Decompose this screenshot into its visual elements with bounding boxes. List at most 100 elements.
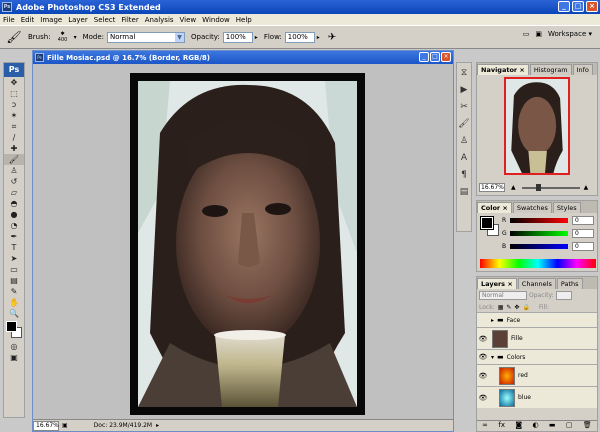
blue-slider[interactable] bbox=[510, 244, 568, 249]
lock-position-icon[interactable]: ✥ bbox=[514, 304, 519, 311]
menu-filter[interactable]: Filter bbox=[121, 16, 138, 24]
opacity-slider-arrow-icon[interactable]: ▸ bbox=[255, 34, 258, 41]
tab-navigator[interactable]: Navigator × bbox=[477, 64, 529, 75]
lock-transparency-icon[interactable]: ▦ bbox=[498, 304, 504, 311]
shape-tool-icon[interactable]: ▭ bbox=[4, 264, 24, 275]
zoom-out-icon[interactable]: ▲ bbox=[511, 184, 516, 191]
brush-tool-icon[interactable]: 🖌 bbox=[4, 154, 24, 165]
airbrush-icon[interactable]: ✈ bbox=[328, 32, 336, 43]
mode-select[interactable]: Normal ▼ bbox=[107, 31, 186, 43]
quick-mask-icon[interactable]: ◎ bbox=[4, 341, 24, 352]
tab-styles[interactable]: Styles bbox=[552, 202, 581, 213]
tab-paths[interactable]: Paths bbox=[556, 278, 583, 289]
color-panel-foreground-swatch[interactable] bbox=[480, 216, 494, 230]
ps-app-icon[interactable]: Ps bbox=[2, 2, 12, 12]
notes-tool-icon[interactable]: ▤ bbox=[4, 275, 24, 286]
character-panel-icon[interactable]: A bbox=[457, 151, 471, 165]
menu-image[interactable]: Image bbox=[40, 16, 62, 24]
zoom-slider-knob[interactable] bbox=[535, 183, 541, 191]
screen-mode-icon[interactable]: ▣ bbox=[4, 352, 24, 363]
visibility-eye-icon[interactable]: 👁 bbox=[477, 335, 489, 343]
navigator-zoom-field[interactable]: 16.67% bbox=[479, 183, 505, 192]
close-button[interactable]: × bbox=[586, 1, 598, 12]
hand-tool-icon[interactable]: ✋ bbox=[4, 297, 24, 308]
workspace-menu[interactable]: Workspace ▾ bbox=[548, 30, 592, 38]
color-spectrum-bar[interactable] bbox=[480, 259, 596, 268]
red-value-field[interactable]: 0 bbox=[572, 216, 594, 225]
type-tool-icon[interactable]: T bbox=[4, 242, 24, 253]
palette-well-icon[interactable]: ▭ bbox=[523, 30, 530, 38]
menu-help[interactable]: Help bbox=[236, 16, 252, 24]
disclosure-arrow-icon[interactable]: ▾ bbox=[491, 354, 494, 361]
disclosure-arrow-icon[interactable]: ▸ bbox=[491, 317, 494, 324]
menu-window[interactable]: Window bbox=[202, 16, 230, 24]
paragraph-panel-icon[interactable]: ¶ bbox=[457, 168, 471, 182]
status-menu-icon[interactable]: ▣ bbox=[62, 422, 68, 429]
brush-size-picker[interactable]: ✱ 400 bbox=[54, 28, 72, 46]
flow-slider-arrow-icon[interactable]: ▸ bbox=[317, 34, 320, 41]
layer-mask-icon[interactable]: ◙ bbox=[515, 421, 522, 431]
new-group-icon[interactable]: ▬ bbox=[549, 421, 556, 431]
tab-channels[interactable]: Channels bbox=[517, 278, 556, 289]
history-brush-tool-icon[interactable]: ↺ bbox=[4, 176, 24, 187]
lasso-tool-icon[interactable]: ↄ bbox=[4, 99, 24, 110]
ps-logo-icon[interactable]: Ps bbox=[4, 63, 24, 77]
flow-field[interactable]: 100% bbox=[284, 31, 315, 43]
document-title-bar[interactable]: Ps Fille Mosiac.psd @ 16.7% (Border, RGB… bbox=[33, 51, 453, 64]
link-layers-icon[interactable]: ∞ bbox=[482, 421, 488, 431]
eraser-tool-icon[interactable]: ▱ bbox=[4, 187, 24, 198]
minimize-button[interactable]: _ bbox=[558, 1, 570, 12]
portrait-image[interactable] bbox=[130, 73, 365, 415]
tab-layers[interactable]: Layers × bbox=[477, 278, 517, 289]
clone-source-panel-icon[interactable]: ♙ bbox=[457, 134, 471, 148]
history-panel-icon[interactable]: ⧖ bbox=[457, 66, 471, 80]
maximize-button[interactable]: □ bbox=[572, 1, 584, 12]
lock-all-icon[interactable]: 🔒 bbox=[522, 304, 529, 311]
brush-tool-preset-icon[interactable]: 🖌 bbox=[6, 29, 22, 45]
layer-row-fille[interactable]: 👁 Fille bbox=[477, 327, 597, 349]
layer-row-face[interactable]: ▸ ▬ Face bbox=[477, 312, 597, 327]
visibility-eye-icon[interactable]: 👁 bbox=[477, 353, 489, 361]
color-swatches[interactable] bbox=[4, 319, 24, 341]
layer-row-red[interactable]: 👁 red bbox=[477, 364, 597, 386]
menu-analysis[interactable]: Analysis bbox=[145, 16, 174, 24]
paint-bucket-tool-icon[interactable]: ◓ bbox=[4, 198, 24, 209]
status-arrow-icon[interactable]: ▸ bbox=[156, 422, 159, 429]
zoom-in-icon[interactable]: ▲ bbox=[584, 184, 589, 191]
tab-histogram[interactable]: Histogram bbox=[529, 64, 572, 75]
canvas-area[interactable] bbox=[33, 64, 453, 419]
layer-row-colors[interactable]: 👁 ▾ ▬ Colors bbox=[477, 349, 597, 364]
menu-file[interactable]: File bbox=[3, 16, 15, 24]
foreground-color-swatch[interactable] bbox=[6, 321, 17, 332]
tab-color[interactable]: Color × bbox=[477, 202, 512, 213]
actions-panel-icon[interactable]: ▶ bbox=[457, 83, 471, 97]
zoom-field[interactable]: 16.67% bbox=[33, 420, 59, 431]
magic-wand-tool-icon[interactable]: ✶ bbox=[4, 110, 24, 121]
green-value-field[interactable]: 0 bbox=[572, 229, 594, 238]
pen-tool-icon[interactable]: ✒ bbox=[4, 231, 24, 242]
slice-tool-icon[interactable]: ∕ bbox=[4, 132, 24, 143]
adjustment-layer-icon[interactable]: ◐ bbox=[532, 421, 538, 431]
layer-style-icon[interactable]: fx bbox=[498, 421, 505, 431]
tab-info[interactable]: Info bbox=[572, 64, 593, 75]
brush-picker-arrow-icon[interactable]: ▾ bbox=[74, 34, 77, 41]
path-selection-tool-icon[interactable]: ➤ bbox=[4, 253, 24, 264]
blur-tool-icon[interactable]: ● bbox=[4, 209, 24, 220]
marquee-tool-icon[interactable]: ⬚ bbox=[4, 88, 24, 99]
blue-value-field[interactable]: 0 bbox=[572, 242, 594, 251]
lock-pixels-icon[interactable]: ✎ bbox=[506, 304, 511, 311]
tool-presets-panel-icon[interactable]: ✂ bbox=[457, 100, 471, 114]
layer-comps-panel-icon[interactable]: ▤ bbox=[457, 185, 471, 199]
green-slider[interactable] bbox=[510, 231, 568, 236]
visibility-eye-icon[interactable]: 👁 bbox=[477, 394, 489, 402]
menu-layer[interactable]: Layer bbox=[68, 16, 88, 24]
layer-opacity-field[interactable] bbox=[555, 291, 572, 300]
eyedropper-tool-icon[interactable]: ✎ bbox=[4, 286, 24, 297]
move-tool-icon[interactable]: ✥ bbox=[4, 77, 24, 88]
brushes-panel-icon[interactable]: 🖌 bbox=[457, 117, 471, 131]
layer-row-blue[interactable]: 👁 blue bbox=[477, 386, 597, 408]
doc-close-button[interactable]: × bbox=[441, 52, 451, 62]
red-slider[interactable] bbox=[510, 218, 568, 223]
doc-minimize-button[interactable]: _ bbox=[419, 52, 429, 62]
menu-select[interactable]: Select bbox=[94, 16, 116, 24]
